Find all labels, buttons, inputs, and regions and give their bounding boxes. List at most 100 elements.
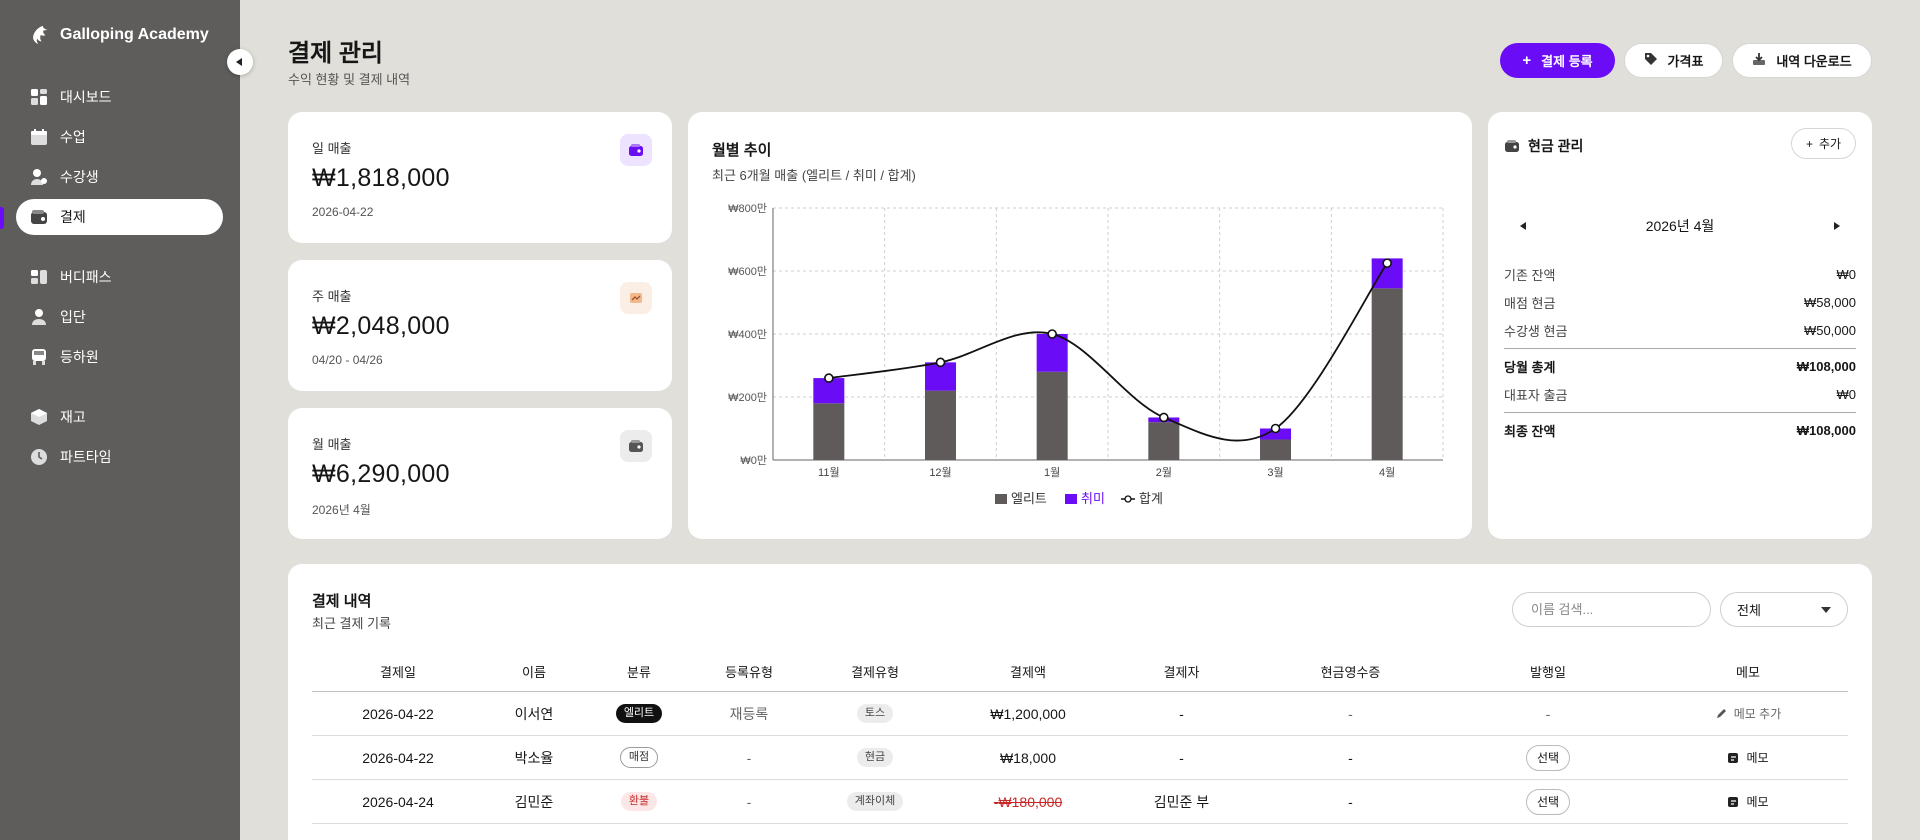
register-payment-label: 결제 등록 [1541,54,1593,69]
add-cash-button[interactable]: + 추가 [1791,128,1856,159]
cash-row-value: ₩0 [1836,386,1857,402]
name-search-input[interactable] [1512,592,1711,627]
current-month: 2026년 4월 [1645,218,1715,234]
category-filter-select[interactable]: 전체 [1720,592,1848,627]
x-tick-label: 12월 [929,466,951,479]
y-tick-label: ₩800만 [728,202,767,215]
next-month-icon[interactable] [1834,222,1840,230]
column-header[interactable]: 발행일 [1448,662,1648,681]
wallet-icon [30,208,48,226]
total-point [1159,412,1169,423]
cell-date: 2026-04-22 [362,705,434,722]
table-row[interactable]: 2026-04-24 김민준 환불 - 계좌이체 -₩180,000 김민준 부… [312,780,1848,824]
column-header[interactable]: 분류 [584,662,694,681]
cash-row-label: 매점 현금 [1504,295,1556,311]
y-tick-label: ₩0만 [740,454,767,467]
cash-row-value: ₩108,000 [1796,422,1856,438]
memo-label: 메모 추가 [1733,707,1782,721]
monthly-sales-card: 월 매출 ₩6,290,000 2026년 4월 [288,408,672,539]
sidebar-item-label: 버디패스 [60,269,112,285]
column-header[interactable]: 결제자 [1110,662,1253,681]
cell-reg-type: - [746,793,752,810]
bar [1036,334,1068,372]
stat-date-range: 04/20 - 04/26 [312,353,383,367]
issue-date-select-button[interactable]: 선택 [1525,744,1571,771]
sidebar-item-label: 수강생 [60,169,99,185]
cell-memo: 메모 [1648,749,1848,766]
memo-button[interactable]: 메모 [1727,749,1769,766]
box-icon [30,408,48,426]
sidebar-item-shuttle[interactable]: 등하원 [16,339,223,375]
add-memo-button[interactable]: 메모 추가 [1715,705,1782,722]
pencil-icon [1716,709,1726,718]
payment-history-card: 결제 내역 최근 결제 기록 전체 결제일 이름 분류 등록유형 결제유형 결제… [288,564,1872,840]
cash-row-total: 당월 총계 ₩108,000 [1504,356,1856,376]
sidebar-collapse-button[interactable] [227,49,253,75]
cash-row: 수강생 현금 ₩50,000 [1504,320,1856,340]
stat-value: ₩2,048,000 [312,312,450,340]
column-header[interactable]: 결제유형 [804,662,946,681]
brand[interactable]: Galloping Academy [28,24,209,46]
cash-title: 현금 관리 [1504,136,1583,156]
add-cash-label: 추가 [1818,137,1842,151]
price-list-label: 가격표 [1667,54,1704,69]
column-header[interactable]: 메모 [1648,662,1848,681]
column-header[interactable]: 결제일 [312,662,484,681]
register-payment-button[interactable]: + 결제 등록 [1500,43,1615,78]
cell-receipt: - [1348,705,1353,722]
y-tick-label: ₩600만 [728,265,767,278]
sidebar-item-students[interactable]: 수강생 [16,159,223,195]
cell-issued: 선택 [1448,744,1648,771]
category-badge: 환불 [620,792,658,811]
table-row[interactable]: 2026-04-22 박소율 매점 - 현금 ₩18,000 - - 선택 메모 [312,736,1848,780]
issue-date-select-button[interactable]: 선택 [1525,788,1571,815]
sidebar-item-dashboard[interactable]: 대시보드 [16,79,223,115]
sidebar-item-buddypass[interactable]: 버디패스 [16,259,223,295]
cash-row-label: 최종 잔액 [1504,423,1556,439]
cell-reg-type: 재등록 [729,705,769,722]
calendar-icon [30,128,48,146]
column-header[interactable]: 현금영수증 [1253,662,1448,681]
cell-pay-type: 현금 [804,748,946,767]
table-row[interactable]: 2026-04-22 이서연 엘리트 재등록 토스 ₩1,200,000 - -… [312,692,1848,736]
pay-type-badge: 토스 [856,704,894,723]
brand-name: Galloping Academy [60,26,209,43]
sidebar-item-label: 등하원 [60,349,99,365]
stat-label: 월 매출 [312,437,352,452]
sidebar: Galloping Academy 대시보드 수업 수강생 결제 버디패스 입단… [0,0,240,840]
cell-receipt: - [1348,793,1353,810]
cell-reg-type: - [746,749,752,766]
monthly-trend-chart: ₩0만 ₩200만 ₩400만 ₩600만 ₩800만 11월 12월 1월 2월 3월 4월엘리트… [728,202,1444,506]
price-list-button[interactable]: 가격표 [1624,43,1723,78]
wallet-gray-icon [620,430,652,462]
sidebar-item-payments[interactable]: 결제 [16,199,223,235]
bar [925,390,956,460]
cell-name: 박소율 [514,749,554,766]
cell-amount: -₩180,000 [993,793,1063,810]
sidebar-item-inventory[interactable]: 재고 [16,399,223,435]
sidebar-item-join[interactable]: 입단 [16,299,223,335]
column-header[interactable]: 결제액 [946,662,1110,681]
sidebar-item-label: 대시보드 [60,89,112,105]
stat-value: ₩1,818,000 [312,164,450,192]
bar [1036,371,1068,460]
category-badge: 매점 [619,747,659,768]
sidebar-item-classes[interactable]: 수업 [16,119,223,155]
sidebar-item-label: 재고 [60,409,86,425]
column-header[interactable]: 등록유형 [694,662,804,681]
cash-row-label: 대표자 출금 [1504,387,1568,403]
column-header[interactable]: 이름 [484,662,584,681]
cash-row-value: ₩108,000 [1796,358,1856,374]
x-tick-label: 3월 [1267,466,1283,479]
cell-date: 2026-04-24 [362,793,434,810]
total-point [1382,258,1392,268]
stat-label: 주 매출 [312,289,352,304]
prev-month-icon[interactable] [1520,222,1526,230]
memo-button[interactable]: 메모 [1727,793,1769,810]
cell-date: 2026-04-22 [362,749,434,766]
download-history-button[interactable]: 내역 다운로드 [1732,43,1872,78]
tag-icon [1644,52,1658,69]
memo-label: 메모 [1746,751,1769,765]
stat-date: 2026-04-22 [312,205,374,219]
sidebar-item-parttime[interactable]: 파트타임 [16,439,223,475]
